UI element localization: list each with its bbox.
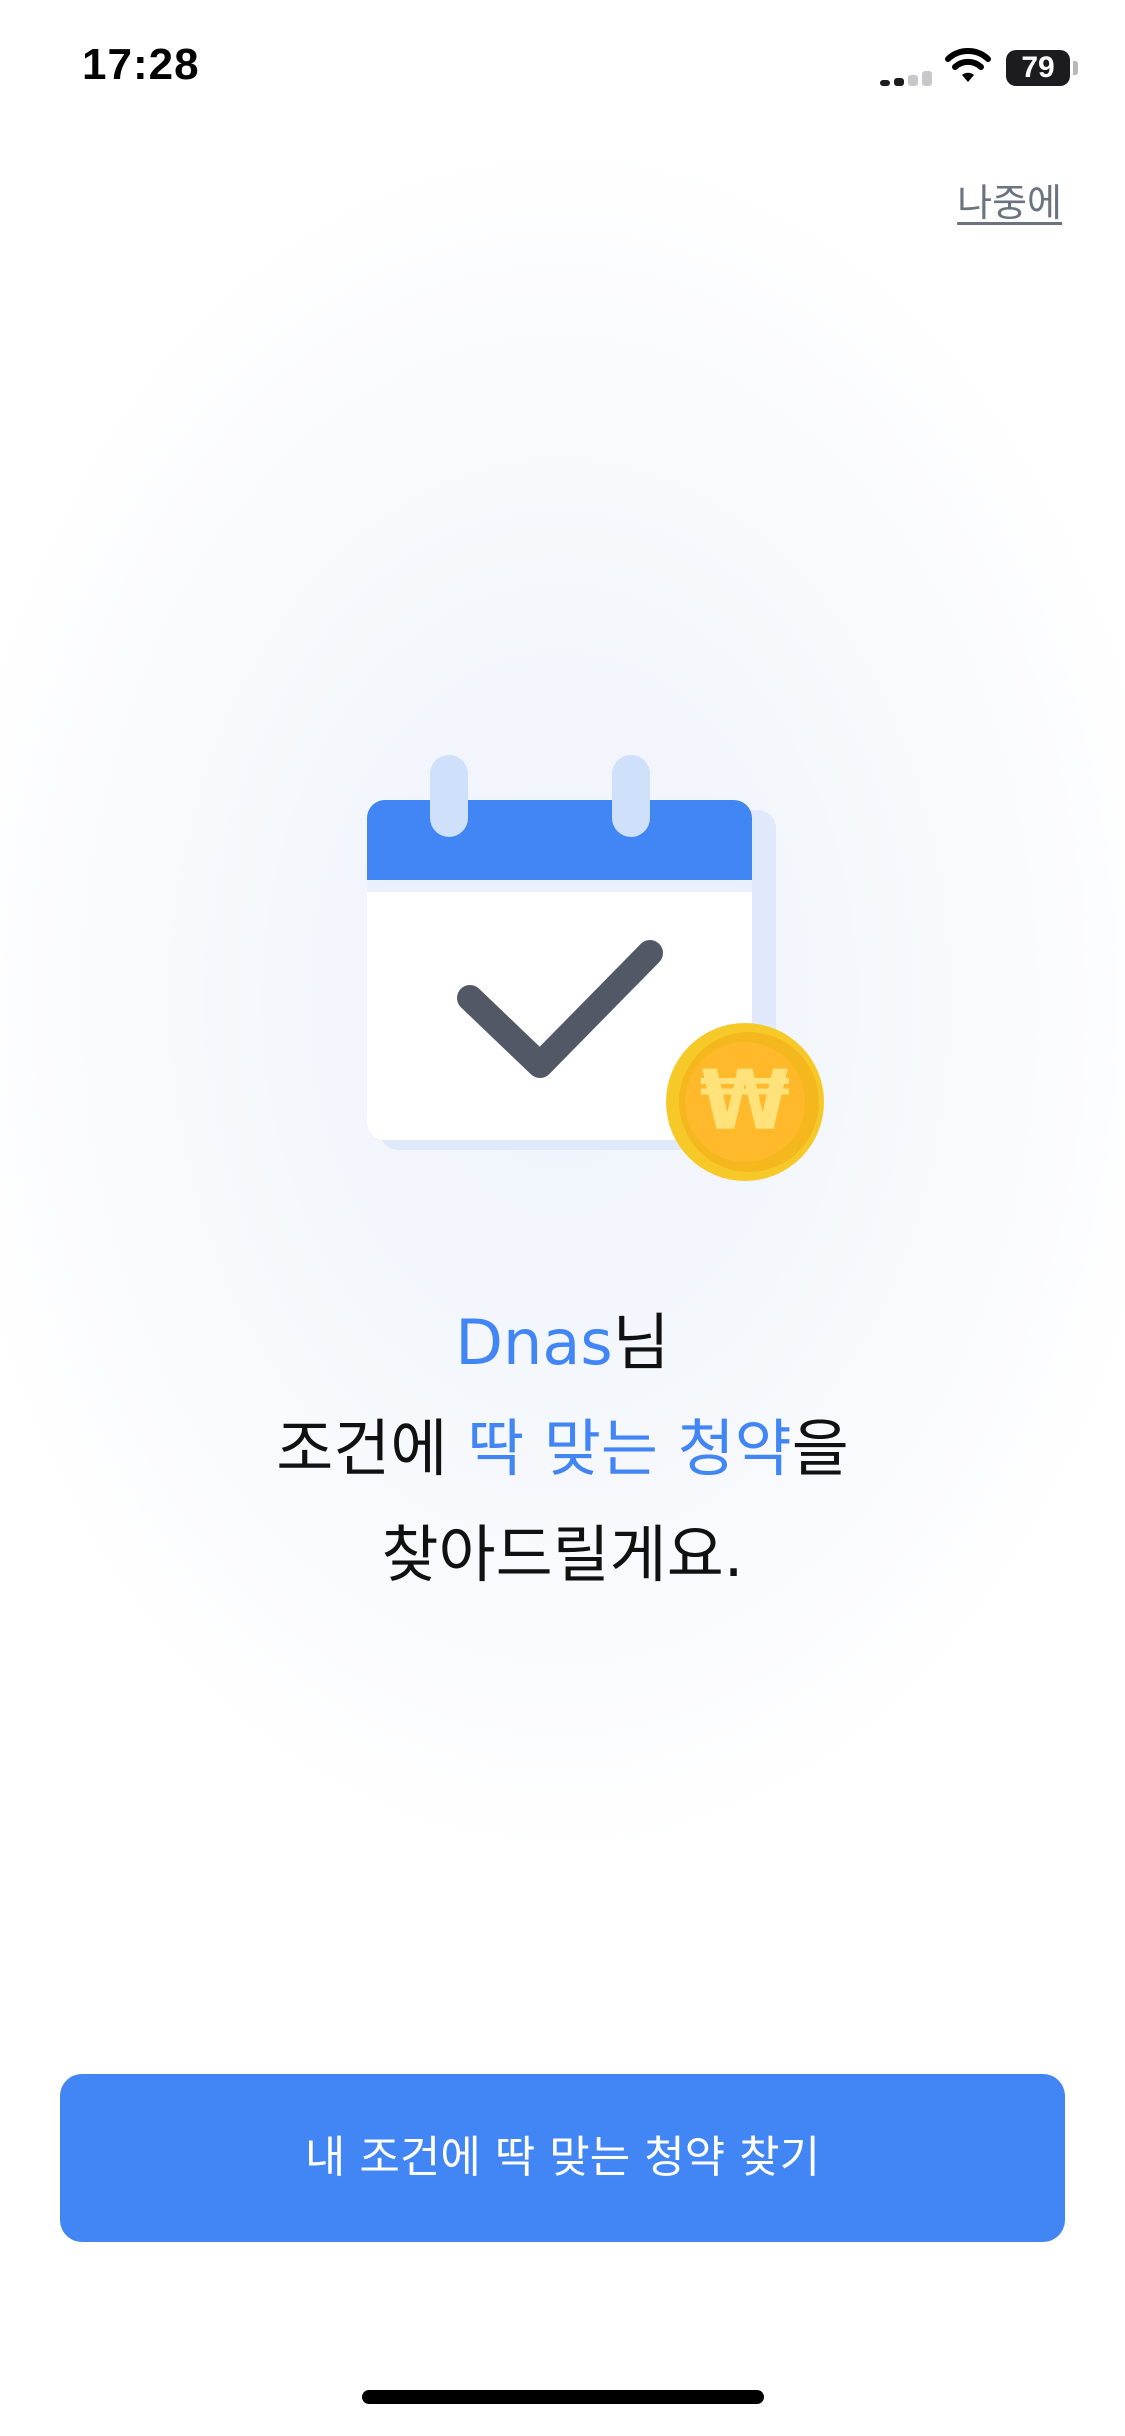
- home-indicator: [362, 2390, 764, 2404]
- later-button[interactable]: 나중에: [957, 172, 1062, 227]
- headline-suffix: 을: [791, 1412, 849, 1485]
- won-coin-icon: ₩: [666, 1023, 824, 1181]
- headline-prefix: 조건에: [276, 1412, 468, 1485]
- headline: Dnas님 조건에 딱 맞는 청약을 찾아드릴게요.: [0, 1290, 1125, 1608]
- battery-icon: 79: [1006, 50, 1070, 86]
- background-glow: [0, 0, 1125, 2436]
- cellular-signal-icon: [880, 70, 932, 86]
- user-name: Dnas: [455, 1306, 613, 1379]
- calendar-illustration: ₩: [360, 755, 830, 1195]
- headline-line-1: Dnas님: [0, 1290, 1125, 1396]
- find-subscription-button[interactable]: 내 조건에 딱 맞는 청약 찾기: [60, 2074, 1065, 2242]
- headline-accent: 딱 맞는 청약: [467, 1412, 792, 1485]
- headline-line-2: 조건에 딱 맞는 청약을: [0, 1396, 1125, 1502]
- svg-text:₩: ₩: [700, 1054, 790, 1149]
- status-time: 17:28: [82, 40, 200, 89]
- wifi-icon: [945, 48, 991, 82]
- name-suffix: 님: [612, 1306, 670, 1379]
- headline-line-3: 찾아드릴게요.: [381, 1518, 744, 1591]
- battery-tip: [1073, 61, 1078, 75]
